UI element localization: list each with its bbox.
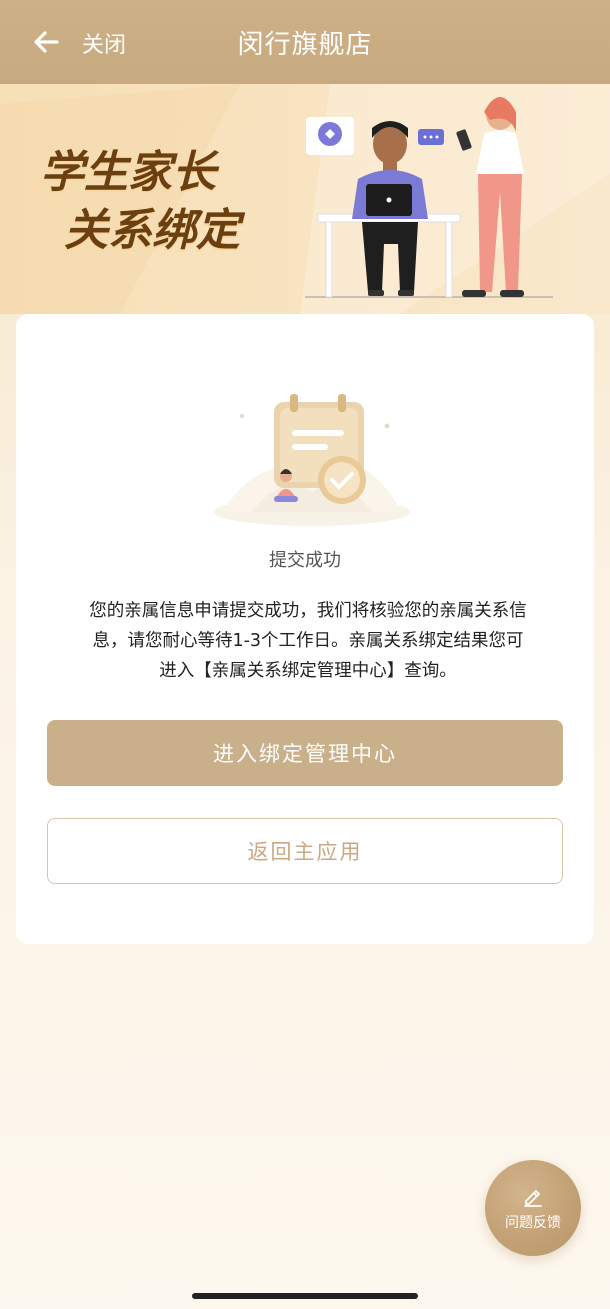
home-indicator[interactable] [192, 1293, 418, 1299]
banner-title: 学生家长 关系绑定 [40, 144, 240, 260]
banner-title-line1: 学生家长 [40, 147, 216, 198]
feedback-label: 问题反馈 [505, 1215, 561, 1231]
top-nav-bar: 关闭 闵行旗舰店 [0, 0, 610, 84]
submit-success-illustration [214, 394, 410, 526]
edit-pen-icon [524, 1190, 542, 1207]
result-message: 您的亲属信息申请提交成功，我们将核验您的亲属关系信息，请您耐心等待1-3个工作日… [89, 601, 527, 681]
banner-title-line2: 关系绑定 [64, 205, 240, 256]
result-card: 提交成功 您的亲属信息申请提交成功，我们将核验您的亲属关系信息，请您耐心等待1-… [16, 314, 594, 944]
banner: 学生家长 关系绑定 [0, 84, 610, 314]
page-title: 闵行旗舰店 [237, 30, 373, 60]
feedback-button[interactable]: 问题反馈 [485, 1160, 581, 1256]
enter-management-center-button[interactable]: 进入绑定管理中心 [47, 720, 563, 786]
status-text: 提交成功 [269, 550, 341, 571]
return-main-app-button[interactable]: 返回主应用 [47, 818, 563, 884]
